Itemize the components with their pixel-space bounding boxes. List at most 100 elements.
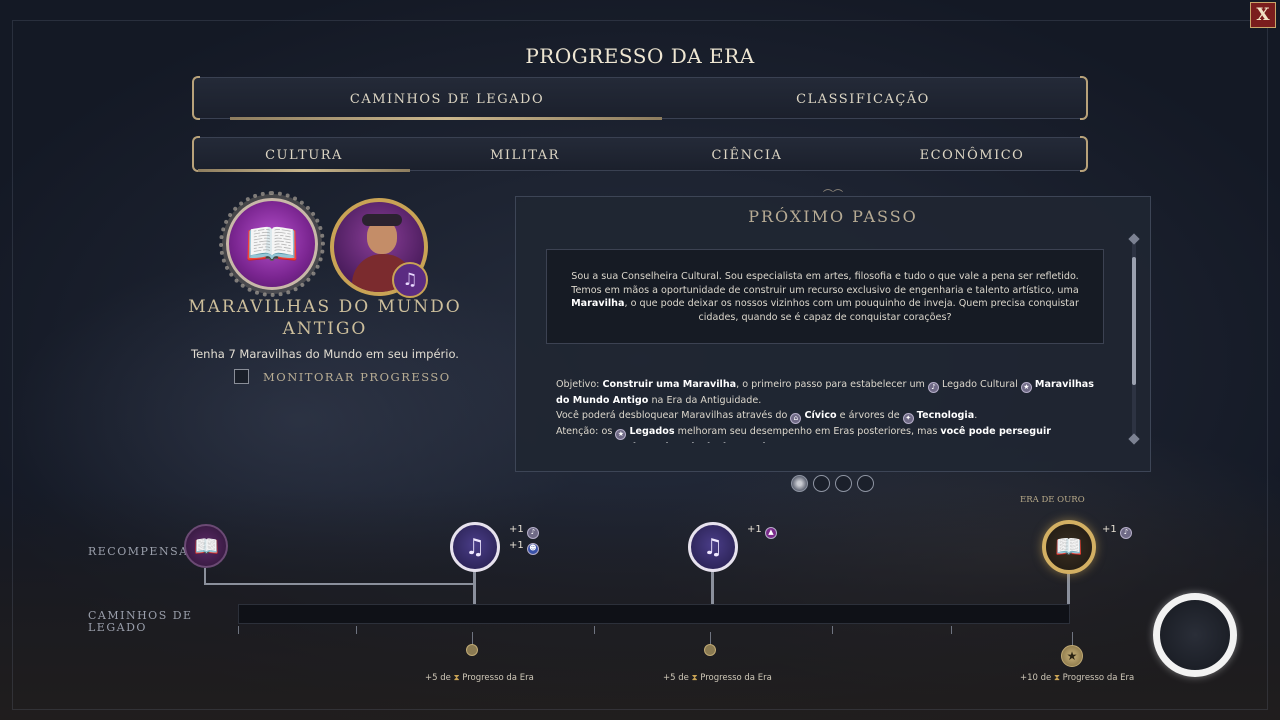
page-dot-2[interactable] (813, 475, 830, 492)
connector-line (473, 568, 476, 604)
text: melhoram seu desempenho em Eras posterio… (674, 426, 941, 437)
tab-label: ECONÔMICO (919, 147, 1025, 163)
progress-label: Progresso da Era (462, 673, 534, 683)
progress-tick (832, 626, 833, 634)
legacy-icon: ★ (1020, 382, 1032, 393)
page-dot-3[interactable] (835, 475, 852, 492)
bonus-amount: +1 (509, 524, 524, 535)
legacy-progress-bar (238, 604, 1070, 624)
page-dot-4[interactable] (857, 475, 874, 492)
civic-icon: ⌂ (790, 413, 802, 424)
great-work-icon: ♪ (1119, 527, 1132, 539)
tab-ranking[interactable]: CLASSIFICAÇÃO (640, 78, 1086, 120)
tab-military[interactable]: MILITAR (414, 138, 636, 172)
reward-milestone-2[interactable]: ♫ (688, 522, 738, 572)
next-step-panel: PRÓXIMO PASSO Sou a sua Conselheira Cult… (515, 196, 1151, 472)
scroll-down-icon[interactable] (1128, 433, 1140, 445)
book-icon: 📖 (244, 219, 300, 270)
reward-milestone-1[interactable]: ♫ (450, 522, 500, 572)
culture-icon: ☻ (526, 543, 539, 555)
music-note-icon: ♫ (703, 534, 723, 560)
monitor-checkbox[interactable] (234, 369, 249, 384)
milestone-progress-3: +10 de ⧗ Progresso da Era (1020, 673, 1134, 683)
text: Objetivo: (556, 379, 603, 390)
connector-line (204, 583, 475, 585)
monitor-progress-toggle[interactable]: MONITORAR PROGRESSO (234, 369, 451, 384)
music-note-icon: ♫ (392, 262, 428, 298)
tab-legacy-paths[interactable]: CAMINHOS DE LEGADO (194, 78, 700, 120)
reward-bonus-1b: +1 ☻ (509, 540, 539, 555)
bonus-amount: +1 (1102, 524, 1117, 535)
text: . (786, 442, 789, 443)
tab-culture[interactable]: CULTURA (194, 138, 414, 172)
tab-label: CAMINHOS DE LEGADO (349, 91, 545, 107)
monitor-label: MONITORAR PROGRESSO (263, 369, 451, 384)
tab-economic[interactable]: ECONÔMICO (858, 138, 1086, 172)
scrollbar-thumb[interactable] (1132, 257, 1136, 385)
reward-bonus-2a: +1 ▲ (747, 524, 777, 539)
legacy-paths-row-label: CAMINHOS DE LEGADO (88, 609, 193, 634)
progress-tick (951, 626, 952, 634)
quote-highlight: Maravilha (571, 298, 625, 310)
tab-label: CULTURA (265, 147, 343, 163)
text: Atenção: os (556, 426, 616, 437)
text: , o primeiro passo para estabelecer um (736, 379, 928, 390)
active-tab-underline (198, 169, 410, 172)
age-progress-icon: ⧗ (453, 673, 460, 683)
age-progress-icon: ⧗ (691, 673, 698, 683)
tab-label: CIÊNCIA (711, 147, 783, 163)
connector-line (711, 568, 714, 604)
technology-link: Tecnologia (916, 410, 975, 421)
connector-line (1067, 572, 1070, 604)
continue-ring-button[interactable] (1153, 593, 1237, 677)
legacy-icon: ★ (615, 429, 627, 440)
main-tab-bar: CAMINHOS DE LEGADO CLASSIFICAÇÃO (192, 76, 1088, 120)
progress-amount: +5 de (425, 673, 451, 683)
attention-line: Atenção: os ★ Legados melhoram seu desem… (556, 424, 1096, 443)
panel-ornament-icon: ⌒⌒ (811, 186, 855, 201)
milestone-pin (704, 644, 716, 656)
milestone-progress-2: +5 de ⧗ Progresso da Era (663, 673, 772, 683)
text: Legado Cultural (938, 379, 1021, 390)
objective-text: Objetivo: Construir uma Maravilha, o pri… (556, 377, 1096, 443)
category-tab-bar: CULTURA MILITAR CIÊNCIA ECONÔMICO (192, 136, 1088, 172)
tab-label: CLASSIFICAÇÃO (796, 91, 930, 107)
rewards-row-label: RECOMPENSAS (88, 545, 198, 558)
page-dot-1[interactable] (791, 475, 808, 492)
book-icon: 📖 (194, 534, 219, 558)
milestone-pin (466, 644, 478, 656)
legacy-medal: 📖 (219, 191, 325, 297)
scroll-up-icon[interactable] (1128, 233, 1140, 245)
bonus-amount: +1 (509, 540, 524, 551)
music-note-icon: ♫ (465, 534, 485, 560)
text: Você poderá desbloquear Maravilhas atrav… (556, 410, 791, 421)
text: . (974, 410, 978, 421)
progress-label: Progresso da Era (1062, 673, 1135, 683)
book-icon: 📖 (1055, 534, 1083, 560)
legacy-title: MARAVILHAS DO MUNDO ANTIGO (188, 297, 462, 339)
technology-icon: ✦ (902, 413, 914, 424)
close-button[interactable]: X (1250, 2, 1276, 28)
advisor-quote: Sou a sua Conselheira Cultural. Sou espe… (546, 249, 1104, 344)
legacies-link: Legados (629, 426, 675, 437)
star-icon: ★ (1061, 645, 1083, 667)
page-title: PROGRESSO DA ERA (525, 44, 755, 68)
advisor-hat (362, 214, 402, 226)
legacy-description: Tenha 7 Maravilhas do Mundo em seu impér… (191, 347, 459, 361)
active-tab-underline (230, 117, 662, 120)
milestone-progress-1: +5 de ⧗ Progresso da Era (425, 673, 534, 683)
reward-golden-age[interactable]: 📖 (1042, 520, 1096, 574)
reward-bonus-3a: +1 ♪ (1102, 524, 1132, 539)
tab-science[interactable]: CIÊNCIA (636, 138, 858, 172)
tab-label: MILITAR (490, 147, 560, 163)
music-note-icon: ♪ (927, 382, 939, 393)
connector-line (204, 568, 206, 584)
reward-start-icon[interactable]: 📖 (184, 524, 228, 568)
progress-label: Progresso da Era (700, 673, 772, 683)
reward-bonus-1a: +1 ♪ (509, 524, 539, 539)
progress-amount: +5 de (663, 673, 689, 683)
great-work-icon: ♪ (526, 527, 539, 539)
relic-icon: ▲ (764, 527, 777, 539)
text: e árvores de (836, 410, 903, 421)
quote-text: Sou a sua Conselheira Cultural. Sou espe… (571, 271, 1079, 296)
